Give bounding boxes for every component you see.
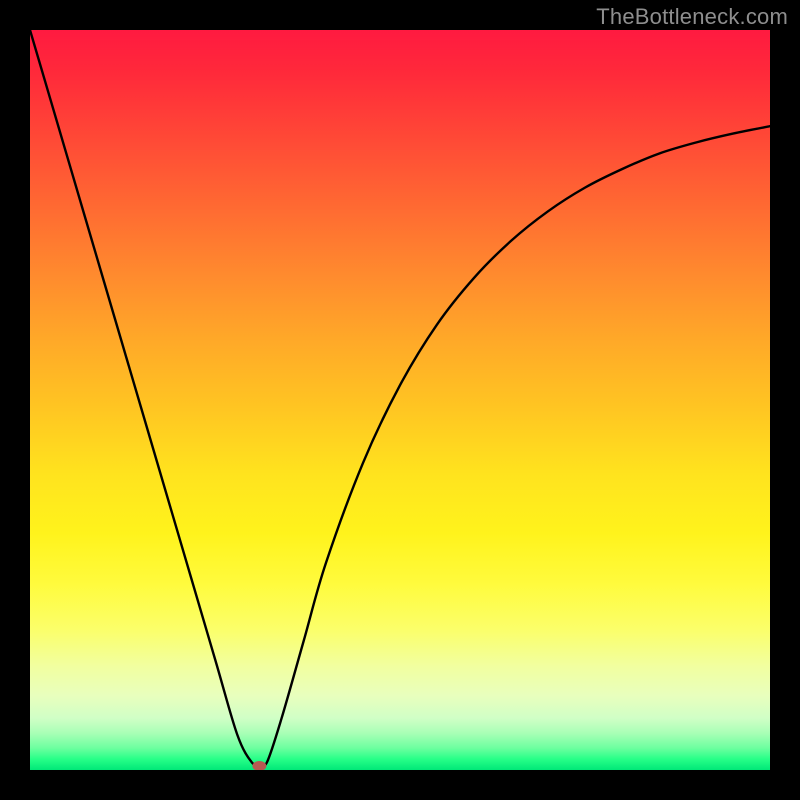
plot-area [30, 30, 770, 770]
curve-svg [30, 30, 770, 770]
chart-curve [30, 30, 770, 766]
minimum-marker [252, 761, 266, 770]
chart-frame: TheBottleneck.com [0, 0, 800, 800]
watermark-text: TheBottleneck.com [596, 4, 788, 30]
